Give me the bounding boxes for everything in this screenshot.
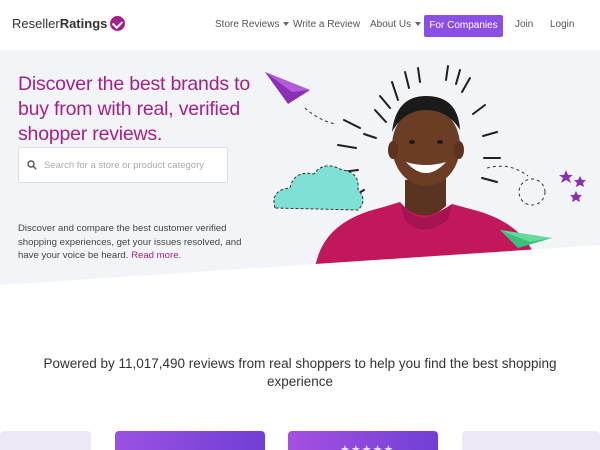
star-decoration-icons <box>559 170 586 202</box>
site-logo[interactable]: Reseller Ratings <box>12 16 126 31</box>
nav-store-reviews-label: Store Reviews <box>215 19 280 30</box>
chevron-down-icon <box>283 22 290 27</box>
nav-login[interactable]: Login <box>550 19 574 30</box>
for-companies-button[interactable]: For Companies <box>424 15 503 37</box>
verified-check-icon <box>110 16 126 31</box>
nav-write-review[interactable]: Write a Review <box>293 19 360 30</box>
store-search-box[interactable] <box>18 147 228 183</box>
nav-about-us-label: About Us <box>370 19 412 30</box>
rating-stars: ★★★★★ <box>340 444 395 450</box>
dashed-circle-decoration <box>518 178 546 206</box>
hero-headline: Discover the best brands to buy from wit… <box>18 73 250 145</box>
chevron-down-icon <box>415 22 422 27</box>
feature-card[interactable] <box>462 431 600 450</box>
feature-card[interactable] <box>0 431 91 450</box>
hero-slant-divider <box>0 245 600 305</box>
top-navigation: Reseller Ratings Store Reviews Write a Re… <box>0 0 600 50</box>
feature-card[interactable]: ★★★★★ <box>288 431 438 450</box>
logo-text-regular: Reseller <box>12 16 60 31</box>
search-input[interactable] <box>44 159 224 171</box>
cloud-icon <box>273 165 364 211</box>
search-icon <box>27 160 37 170</box>
powered-by-text: Powered by 11,017,490 reviews from real … <box>43 356 557 389</box>
feature-card[interactable] <box>115 431 265 450</box>
nav-store-reviews[interactable]: Store Reviews <box>215 19 290 30</box>
paper-plane-icon <box>265 72 336 125</box>
logo-text-bold: Ratings <box>59 16 108 31</box>
nav-join[interactable]: Join <box>515 19 533 30</box>
nav-about-us[interactable]: About Us <box>370 19 422 30</box>
